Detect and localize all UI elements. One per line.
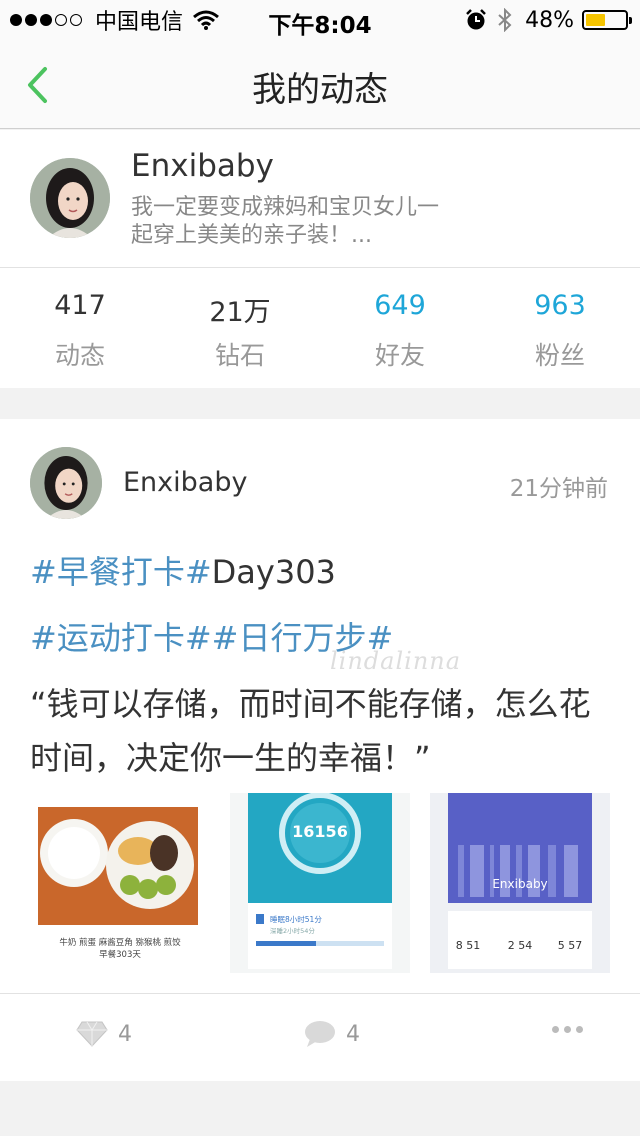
profile-stats: 417 动态 21万 钻石 649 好友 963 粉丝 xyxy=(0,268,640,388)
stat-value: 649 xyxy=(374,290,426,321)
stat-friends[interactable]: 649 好友 xyxy=(320,268,480,388)
post-actions: 4 4 xyxy=(0,994,640,1081)
status-bar: 中国电信 下午8:04 48% xyxy=(0,0,640,40)
battery-percent: 48% xyxy=(525,7,574,33)
post-quote: “钱可以存储，而时间不能存储，怎么花时间，决定你一生的幸福！” xyxy=(30,685,591,777)
diamond-count: 4 xyxy=(118,1021,132,1047)
profile-card: Enxibaby 我一定要变成辣妈和宝贝女儿一起穿上美美的亲子装！... 417… xyxy=(0,130,640,388)
post-text: Day303 xyxy=(211,553,336,591)
post-image-sleep-chart[interactable]: Enxibaby 8 51 2 54 5 57 xyxy=(430,793,610,973)
image-sleep-sub: 深睡2小时54分 xyxy=(270,926,315,935)
image-sleep-text: 睡眠8小时51分 xyxy=(270,914,322,924)
diamond-button[interactable]: 4 xyxy=(76,1020,132,1048)
stat-value: 417 xyxy=(54,290,106,321)
image-stat: 5 57 xyxy=(558,939,583,952)
post-card: Enxibaby 21分钟前 #早餐打卡#Day303 #运动打卡##日行万步#… xyxy=(0,419,640,1081)
stat-posts[interactable]: 417 动态 xyxy=(0,268,160,388)
stat-value: 21万 xyxy=(209,297,271,328)
status-right: 48% xyxy=(465,6,632,34)
avatar[interactable] xyxy=(30,447,102,519)
comment-icon xyxy=(305,1021,335,1047)
image-caption: 牛奶 煎蛋 麻酱豆角 猕猴桃 煎饺 xyxy=(59,937,181,948)
comment-count: 4 xyxy=(346,1021,360,1047)
more-icon xyxy=(552,1026,559,1033)
stat-value: 963 xyxy=(534,290,586,321)
profile-name: Enxibaby xyxy=(131,148,274,184)
stat-label: 钻石 xyxy=(214,341,265,370)
profile-bio: 我一定要变成辣妈和宝贝女儿一起穿上美美的亲子装！... xyxy=(131,195,440,248)
stat-label: 好友 xyxy=(374,341,425,370)
image-caption: 早餐303天 xyxy=(99,950,141,960)
stat-label: 动态 xyxy=(54,341,105,370)
watermark: lindalinna xyxy=(330,647,462,675)
stat-fans[interactable]: 963 粉丝 xyxy=(480,268,640,388)
post-timestamp: 21分钟前 xyxy=(509,476,608,502)
comment-button[interactable]: 4 xyxy=(304,1020,360,1048)
battery-icon xyxy=(582,10,632,30)
post-tags-line-1: #早餐打卡#Day303 xyxy=(30,547,336,593)
post-image-steps[interactable]: 16156 睡眠8小时51分 深睡2小时54分 xyxy=(230,793,410,973)
navigation-bar: 我的动态 xyxy=(0,40,640,129)
stat-diamonds[interactable]: 21万 钻石 xyxy=(160,268,320,388)
image-stat: 8 51 xyxy=(456,939,481,952)
image-stat: 2 54 xyxy=(508,939,533,952)
page-title: 我的动态 xyxy=(252,70,388,110)
bluetooth-icon xyxy=(498,8,512,32)
battery-fill xyxy=(586,14,606,26)
post-username[interactable]: Enxibaby xyxy=(123,467,247,498)
diamond-icon xyxy=(76,1021,108,1047)
alarm-icon xyxy=(466,9,486,30)
image-brand-watermark: Enxibaby xyxy=(492,877,547,891)
hashtag-link[interactable]: #早餐打卡# xyxy=(30,553,212,591)
more-button[interactable] xyxy=(552,1026,588,1033)
stat-label: 粉丝 xyxy=(534,341,585,370)
image-steps-value: 16156 xyxy=(292,822,348,841)
post-image-breakfast[interactable]: 牛奶 煎蛋 麻酱豆角 猕猴桃 煎饺 早餐303天 xyxy=(30,793,210,973)
avatar[interactable] xyxy=(30,158,110,238)
